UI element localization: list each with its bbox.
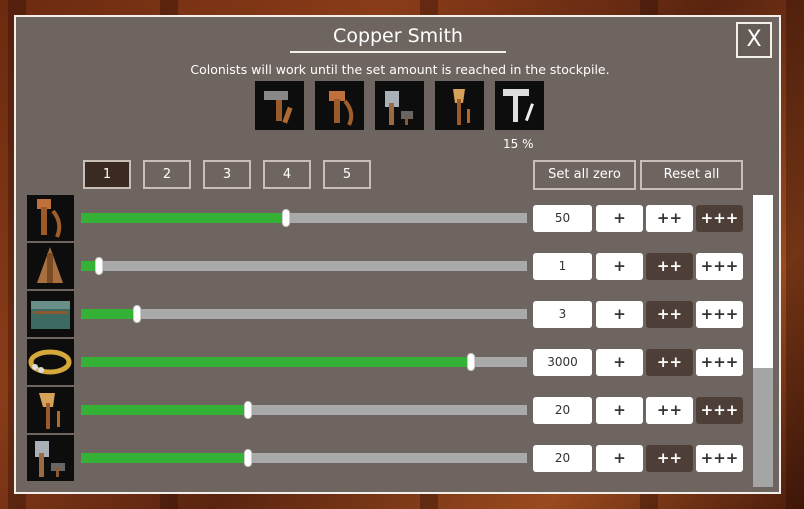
copper-hammer-icon[interactable] — [315, 81, 364, 130]
amount-slider[interactable] — [81, 449, 527, 467]
slider-fill — [81, 357, 472, 367]
increment-plus-button[interactable]: + — [596, 301, 643, 328]
increment-plus-plus-button[interactable]: ++ — [646, 205, 693, 232]
tab-4[interactable]: 4 — [263, 160, 311, 189]
slider-fill — [81, 309, 137, 319]
slider-fill — [81, 405, 249, 415]
increment-plus-plus-button[interactable]: ++ — [646, 301, 693, 328]
amount-slider[interactable] — [81, 401, 527, 419]
increment-plus-plus-button[interactable]: ++ — [646, 445, 693, 472]
tab-5[interactable]: 5 — [323, 160, 371, 189]
stone-axe-icon[interactable] — [375, 81, 424, 130]
amount-slider[interactable] — [81, 209, 527, 227]
increment-plus-plus-plus-button[interactable]: +++ — [696, 301, 743, 328]
increment-plus-button[interactable]: + — [596, 397, 643, 424]
amount-slider[interactable] — [81, 305, 527, 323]
tab-3[interactable]: 3 — [203, 160, 251, 189]
slider-fill — [81, 453, 249, 463]
halberd-icon — [27, 387, 74, 433]
increment-plus-plus-plus-button[interactable]: +++ — [696, 349, 743, 376]
close-button[interactable]: X — [736, 22, 772, 58]
copper-cone-icon — [27, 243, 74, 289]
amount-slider[interactable] — [81, 353, 527, 371]
slider-handle[interactable] — [467, 353, 476, 371]
reset-all-button[interactable]: Reset all — [640, 160, 743, 190]
increment-plus-plus-plus-button[interactable]: +++ — [696, 397, 743, 424]
increment-plus-button[interactable]: + — [596, 253, 643, 280]
increment-plus-plus-plus-button[interactable]: +++ — [696, 205, 743, 232]
slider-handle[interactable] — [244, 401, 253, 419]
stockpile-hint: Colonists will work until the set amount… — [190, 62, 610, 77]
slider-handle[interactable] — [94, 257, 103, 275]
scrollbar[interactable] — [753, 195, 773, 487]
increment-plus-button[interactable]: + — [596, 445, 643, 472]
set-all-zero-button[interactable]: Set all zero — [533, 160, 636, 190]
slider-handle[interactable] — [132, 305, 141, 323]
increment-plus-plus-button[interactable]: ++ — [646, 253, 693, 280]
increment-plus-plus-button[interactable]: ++ — [646, 349, 693, 376]
gold-ring-icon — [27, 339, 74, 385]
increment-plus-button[interactable]: + — [596, 205, 643, 232]
tab-2[interactable]: 2 — [143, 160, 191, 189]
tool-percent: 15 % — [503, 137, 534, 151]
slider-handle[interactable] — [282, 209, 291, 227]
item-row: 20 + ++ +++ — [0, 435, 804, 481]
amount-slider[interactable] — [81, 257, 527, 275]
scrollbar-thumb[interactable] — [753, 368, 773, 487]
increment-plus-plus-plus-button[interactable]: +++ — [696, 445, 743, 472]
item-row: 3000 + ++ +++ — [0, 339, 804, 385]
item-row: 20 + ++ +++ — [0, 387, 804, 433]
increment-plus-plus-button[interactable]: ++ — [646, 397, 693, 424]
item-row: 50 + ++ +++ — [0, 195, 804, 241]
stone-axe-icon — [27, 435, 74, 481]
slider-fill — [81, 213, 287, 223]
item-row: 1 + ++ +++ — [0, 243, 804, 289]
amount-field[interactable]: 50 — [533, 205, 592, 232]
amount-field[interactable]: 3 — [533, 301, 592, 328]
amount-field[interactable]: 3000 — [533, 349, 592, 376]
slider-handle[interactable] — [244, 449, 253, 467]
amount-field[interactable]: 20 — [533, 445, 592, 472]
smith-hammer-icon[interactable] — [495, 81, 544, 130]
increment-plus-button[interactable]: + — [596, 349, 643, 376]
amount-field[interactable]: 20 — [533, 397, 592, 424]
amount-field[interactable]: 1 — [533, 253, 592, 280]
tab-1[interactable]: 1 — [83, 160, 131, 189]
item-row: 3 + ++ +++ — [0, 291, 804, 337]
halberd-icon[interactable] — [435, 81, 484, 130]
chest-icon — [27, 291, 74, 337]
hammer-axe-icon[interactable] — [255, 81, 304, 130]
copper-hammer-icon — [27, 195, 74, 241]
increment-plus-plus-plus-button[interactable]: +++ — [696, 253, 743, 280]
window-title: Copper Smith — [290, 25, 506, 53]
